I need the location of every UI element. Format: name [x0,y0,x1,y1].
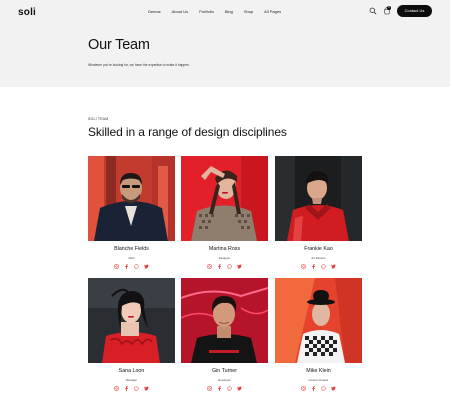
whatsapp-icon[interactable] [134,386,139,391]
member-photo[interactable] [181,278,268,363]
page-subtitle: Whatever you're looking for, we have the… [88,63,190,67]
facebook-icon[interactable] [311,386,316,391]
nav-item-portfolio[interactable]: Portfolio [199,9,214,14]
instagram-icon[interactable] [207,386,212,391]
facebook-icon[interactable] [311,264,316,269]
twitter-icon[interactable] [144,264,149,269]
instagram-icon[interactable] [301,264,306,269]
social-links [181,264,268,269]
twitter-icon[interactable] [331,264,336,269]
nav-item-blog[interactable]: Blog [225,9,233,14]
member-photo[interactable] [88,278,175,363]
facebook-icon[interactable] [217,386,222,391]
instagram-icon[interactable] [114,264,119,269]
team-card: Mike Klein Content Creator [275,278,362,391]
member-name: Frankie Kao [304,246,333,252]
contact-us-button[interactable]: Contact Us [397,5,432,17]
social-links [88,264,175,269]
nav-item-about-us[interactable]: About Us [172,9,188,14]
member-role: Developer [218,378,231,382]
member-role: Content Creator [308,378,329,382]
instagram-icon[interactable] [301,386,306,391]
page-title: Our Team [88,37,150,53]
nav-item-all-pages[interactable]: All Pages [264,9,281,14]
whatsapp-icon[interactable] [227,386,232,391]
instagram-icon[interactable] [114,386,119,391]
team-card: Blanche Fields CEO [88,156,175,269]
logo[interactable]: soli [18,7,36,18]
member-name: Blanche Fields [114,246,149,252]
instagram-icon[interactable] [207,264,212,269]
social-links [88,386,175,391]
section-eyebrow: SOLI TEAM [88,117,109,121]
member-role: CEO [128,256,135,260]
twitter-icon[interactable] [144,386,149,391]
facebook-icon[interactable] [124,264,129,269]
twitter-icon[interactable] [237,264,242,269]
member-photo[interactable] [275,278,362,363]
member-name: Mike Klein [306,368,331,374]
member-role: Designer [218,256,231,260]
member-photo[interactable] [88,156,175,241]
nav-item-demos[interactable]: Demos [148,9,161,14]
main-nav: Demos About Us Portfolio Blog Shop All P… [148,9,281,14]
member-photo[interactable] [181,156,268,241]
whatsapp-icon[interactable] [227,264,232,269]
member-role: Art Director [311,256,326,260]
twitter-icon[interactable] [237,386,242,391]
search-icon[interactable] [369,7,377,15]
team-card: Sana Loon Manager [88,278,175,391]
twitter-icon[interactable] [331,386,336,391]
team-card: Frankie Kao Art Director [275,156,362,269]
facebook-icon[interactable] [124,386,129,391]
member-photo[interactable] [275,156,362,241]
facebook-icon[interactable] [217,264,222,269]
member-name: Sana Loon [118,368,145,374]
team-card: Martina Ross Designer [181,156,268,269]
whatsapp-icon[interactable] [321,264,326,269]
social-links [275,386,362,391]
cart-count-badge: 0 [387,6,391,10]
whatsapp-icon[interactable] [321,386,326,391]
team-card: Gin Turner Developer [181,278,268,391]
social-links [181,386,268,391]
member-role: Manager [125,378,138,382]
member-name: Gin Turner [211,368,238,374]
whatsapp-icon[interactable] [134,264,139,269]
social-links [275,264,362,269]
member-name: Martina Ross [208,246,241,252]
section-title: Skilled in a range of design disciplines [88,125,287,139]
nav-item-shop[interactable]: Shop [244,9,253,14]
